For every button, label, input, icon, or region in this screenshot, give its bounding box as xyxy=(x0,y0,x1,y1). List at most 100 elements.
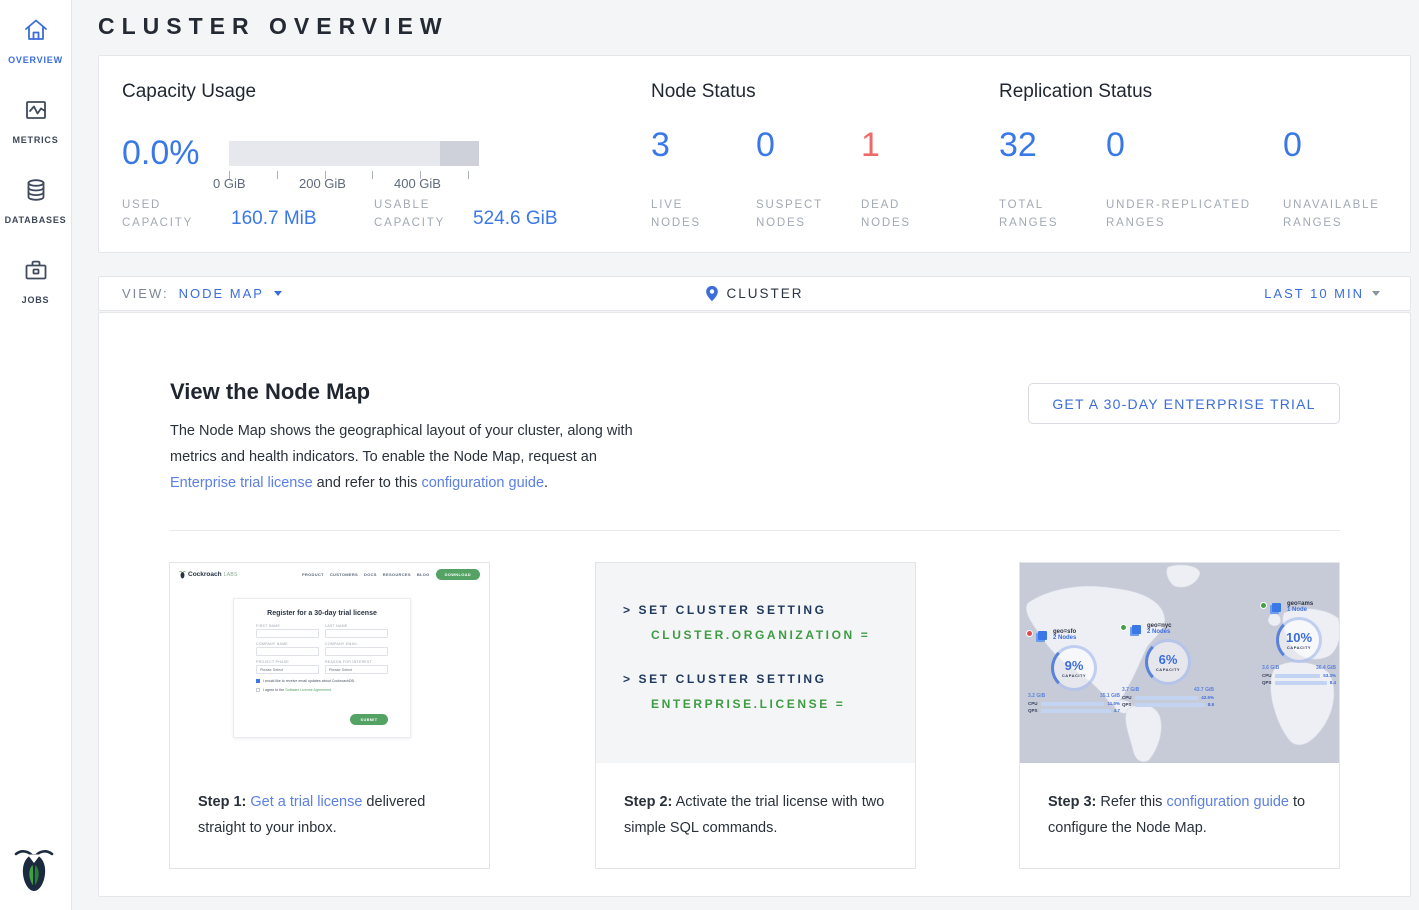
capacity-usage-bar xyxy=(229,141,479,166)
step1-caption: Step 1: Get a trial license delivered st… xyxy=(170,763,489,841)
total-ranges-label: TOTAL RANGES xyxy=(999,196,1058,232)
cpu-value: 53.3% xyxy=(1323,673,1336,678)
status-dot-red-icon xyxy=(1026,630,1033,637)
capacity-caption: CAPACITY xyxy=(1156,667,1180,672)
capacity-range-row: 3.6 GiB 36.4 GiB xyxy=(1262,665,1336,671)
mini-checkbox-checked xyxy=(256,679,260,683)
under-replicated-ranges-label: UNDER-REPLICATED RANGES xyxy=(1106,196,1251,232)
step3-pre: Refer this xyxy=(1096,794,1166,810)
total-gib: 36.4 GiB xyxy=(1316,665,1336,671)
map-region-header: geo=ams 1 Node xyxy=(1260,601,1338,613)
mini-select: Please Select xyxy=(256,665,319,674)
get-trial-license-link[interactable]: Get a trial license xyxy=(250,794,362,810)
map-region-header: geo=sfo 2 Nodes xyxy=(1026,629,1122,641)
location-pin-icon xyxy=(705,285,719,302)
mini-checkbox-row: I would like to receive email updates ab… xyxy=(256,679,388,683)
chevron-down-icon xyxy=(274,291,282,296)
map-region-header: geo=nyc 2 Nodes xyxy=(1120,623,1216,635)
enterprise-trial-license-link[interactable]: Enterprise trial license xyxy=(170,475,313,491)
step1-card: Cockroach LABS PRODUCT CUSTOMERS DOCS RE… xyxy=(169,562,490,869)
replication-status-title: Replication Status xyxy=(999,81,1152,103)
capacity-caption: CAPACITY xyxy=(1287,645,1311,650)
mini-nav-blog: BLOG xyxy=(417,572,430,577)
qps-row: QPS 8.8 xyxy=(1122,702,1214,707)
configuration-guide-link[interactable]: configuration guide xyxy=(421,475,544,491)
sidebar-item-metrics[interactable]: METRICS xyxy=(0,96,71,148)
capacity-tick-label: 400 GiB xyxy=(394,176,441,191)
divider xyxy=(170,530,1340,531)
region-node-count: 2 Nodes xyxy=(1147,629,1172,635)
mini-checkbox-text: I agree to the Software License Agreemen… xyxy=(263,688,332,692)
capacity-gauge: 9% CAPACITY xyxy=(1051,645,1097,691)
step3-card: geo=sfo 2 Nodes 9% CAPACITY 3.2 GiB 35.1… xyxy=(1019,562,1340,869)
mini-input xyxy=(256,629,319,638)
usable-capacity-value: 524.6 GiB xyxy=(473,208,558,230)
node-map-preview: geo=sfo 2 Nodes 9% CAPACITY 3.2 GiB 35.1… xyxy=(1020,563,1339,763)
step3-label: Step 3: xyxy=(1048,794,1096,810)
mini-form-title: Register for a 30-day trial license xyxy=(256,610,388,617)
get-enterprise-trial-button[interactable]: GET A 30-DAY ENTERPRISE TRIAL xyxy=(1028,383,1340,424)
cpu-sparkbar xyxy=(1275,674,1320,678)
qps-label: QPS xyxy=(1122,702,1132,707)
configuration-guide-link[interactable]: configuration guide xyxy=(1166,794,1289,810)
metrics-chart-icon xyxy=(22,96,50,124)
node-status-title: Node Status xyxy=(651,81,756,103)
mini-input xyxy=(325,647,388,656)
suspect-nodes-count: 0 xyxy=(756,126,775,165)
cluster-summary-card: Capacity Usage 0.0% 0 GiB 200 GiB 400 Gi… xyxy=(98,55,1411,253)
status-dot-green-icon xyxy=(1260,602,1267,609)
time-range-value[interactable]: LAST 10 MIN xyxy=(1264,286,1364,301)
step3-caption: Step 3: Refer this configuration guide t… xyxy=(1020,763,1339,841)
cockroach-labs-logo-icon xyxy=(179,570,186,579)
capacity-percent: 6% xyxy=(1159,653,1178,666)
mini-checkbox-text: I would like to receive email updates ab… xyxy=(263,679,355,683)
unavailable-ranges-label: UNAVAILABLE RANGES xyxy=(1283,196,1380,232)
mini-nav-resources: RESOURCES xyxy=(383,572,411,577)
capacity-percent: 0.0% xyxy=(122,134,200,173)
step1-label: Step 1: xyxy=(198,794,246,810)
mini-site-header: Cockroach LABS PRODUCT CUSTOMERS DOCS RE… xyxy=(170,563,489,580)
cpu-value: 42.5% xyxy=(1201,695,1214,700)
usable-capacity-label: USABLE CAPACITY xyxy=(374,196,445,232)
sidebar-item-databases[interactable]: DATABASES xyxy=(0,176,71,228)
sql-cluster-organization: CLUSTER.ORGANIZATION = xyxy=(623,628,915,642)
capacity-axis-tick xyxy=(468,171,469,179)
capacity-caption: CAPACITY xyxy=(1062,673,1086,678)
view-selector-bar: VIEW: NODE MAP CLUSTER LAST 10 MIN xyxy=(98,276,1411,311)
home-icon xyxy=(22,16,50,44)
mini-field-label: REASON FOR INTEREST xyxy=(325,660,388,664)
step2-label: Step 2: xyxy=(624,794,672,810)
page-title: CLUSTER OVERVIEW xyxy=(98,13,449,40)
cluster-breadcrumb-label: CLUSTER xyxy=(726,286,803,301)
mini-select: Please Select xyxy=(325,665,388,674)
sidebar: OVERVIEW METRICS DATABASES xyxy=(0,0,72,910)
registration-screenshot: Cockroach LABS PRODUCT CUSTOMERS DOCS RE… xyxy=(170,563,489,763)
cpu-row: CPU 42.5% xyxy=(1122,695,1214,700)
chevron-down-icon xyxy=(1372,291,1380,296)
mini-nav-customers: CUSTOMERS xyxy=(330,572,358,577)
capacity-axis-tick xyxy=(277,171,278,179)
capacity-range-row: 3.7 GiB 43.7 GiB xyxy=(1122,687,1214,693)
sidebar-item-jobs[interactable]: JOBS xyxy=(0,256,71,308)
sidebar-item-label: METRICS xyxy=(12,135,58,145)
cpu-row: CPU 53.3% xyxy=(1262,673,1336,678)
mini-nav-docs: DOCS xyxy=(364,572,377,577)
cpu-row: CPU 11.0% xyxy=(1028,701,1120,706)
time-range-dropdown[interactable]: LAST 10 MIN xyxy=(990,286,1410,301)
intro-line3-end: . xyxy=(544,475,548,491)
mini-field-label: FIRST NAME xyxy=(256,624,319,628)
sql-statement: > SET CLUSTER SETTING CLUSTER.ORGANIZATI… xyxy=(623,603,915,642)
dead-nodes-count: 1 xyxy=(861,126,880,165)
qps-sparkbar xyxy=(1135,703,1205,707)
nodemap-intro-line2: metrics and health indicators. To enable… xyxy=(170,449,597,465)
capacity-bar-reserved-segment xyxy=(440,141,479,166)
qps-sparkbar xyxy=(1275,681,1327,685)
mini-site-nav: PRODUCT CUSTOMERS DOCS RESOURCES BLOG DO… xyxy=(302,569,480,580)
view-value[interactable]: NODE MAP xyxy=(179,286,264,301)
mini-input xyxy=(325,629,388,638)
view-dropdown[interactable]: VIEW: NODE MAP xyxy=(99,286,519,301)
mini-field-label: PROJECT PHASE xyxy=(256,660,319,664)
sidebar-item-label: OVERVIEW xyxy=(8,55,63,65)
sidebar-item-overview[interactable]: OVERVIEW xyxy=(0,16,71,68)
used-gib: 3.2 GiB xyxy=(1028,693,1045,699)
